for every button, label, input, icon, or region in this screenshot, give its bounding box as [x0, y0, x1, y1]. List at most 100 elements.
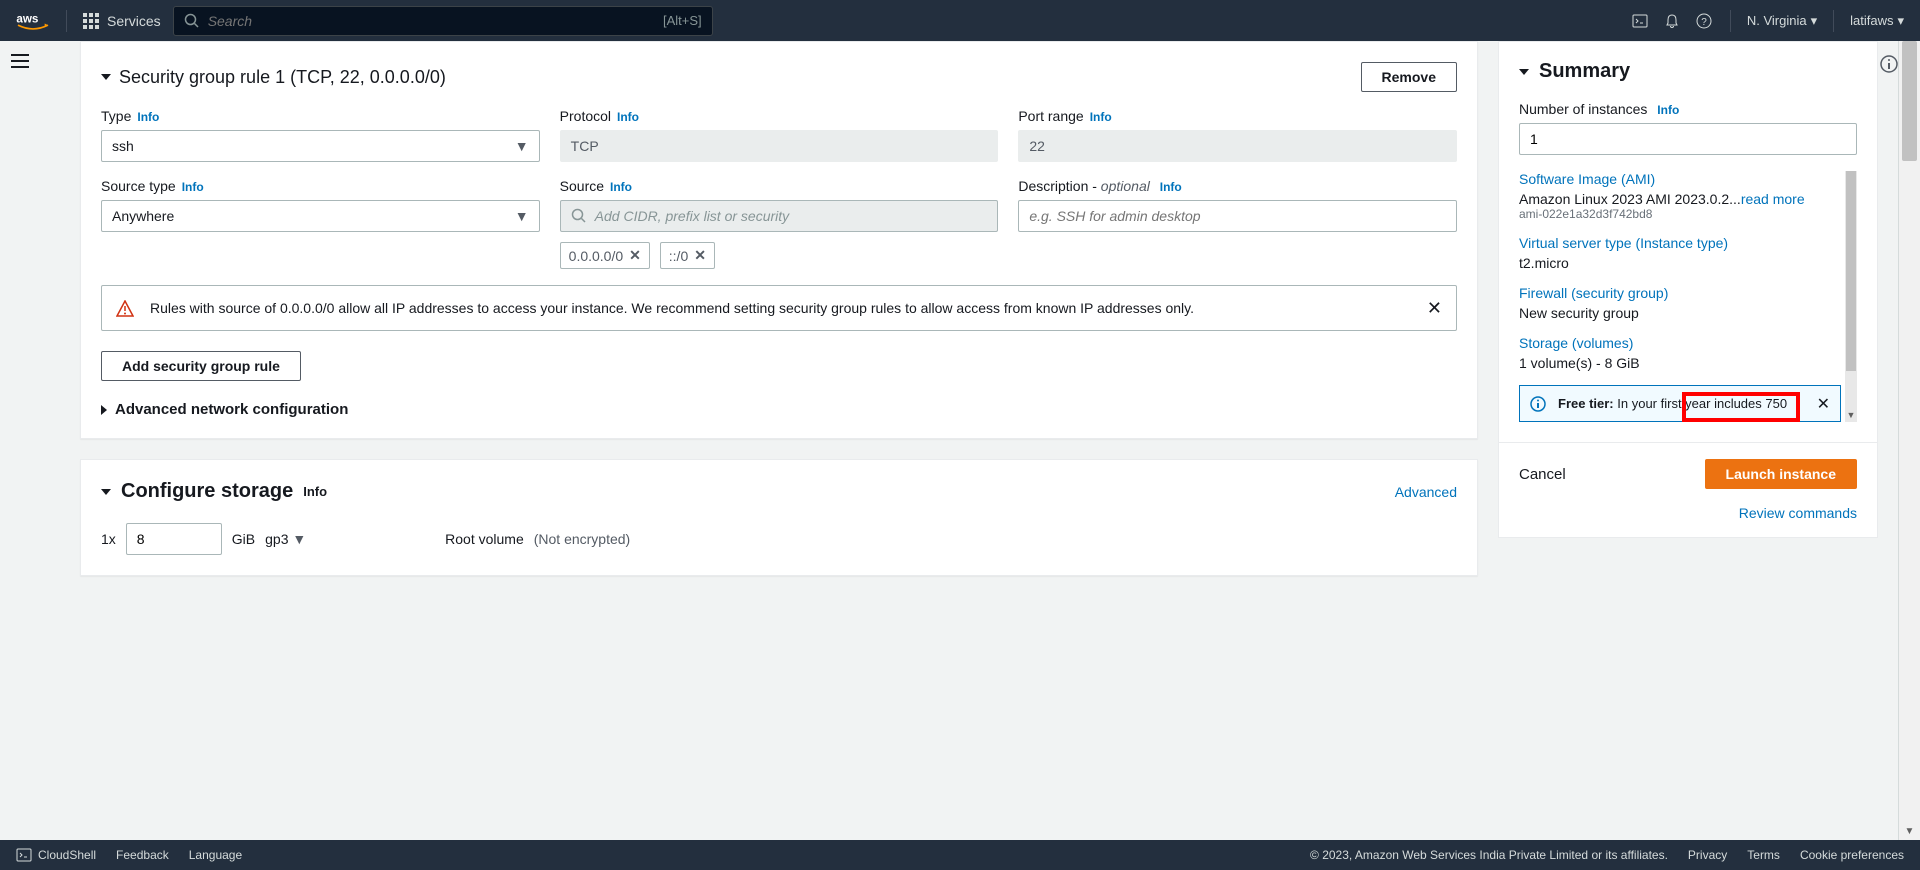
port-range-input: 22 [1018, 130, 1457, 162]
cookie-preferences-link[interactable]: Cookie preferences [1800, 848, 1904, 862]
language-link[interactable]: Language [189, 848, 242, 862]
instance-type-link[interactable]: Virtual server type (Instance type) [1519, 235, 1841, 251]
num-instances-input[interactable] [1519, 123, 1857, 155]
encryption-status: (Not encrypted) [534, 531, 630, 547]
ami-link[interactable]: Software Image (AMI) [1519, 171, 1841, 187]
summary-ami: Software Image (AMI) Amazon Linux 2023 A… [1519, 171, 1841, 221]
top-navbar: aws Services [Alt+S] ? N. Virginia ▾ lat… [0, 0, 1920, 41]
summary-actions: Cancel Launch instance [1499, 442, 1877, 505]
volume-size-input[interactable] [126, 523, 222, 555]
dismiss-warning-button[interactable]: ✕ [1427, 298, 1442, 319]
expand-caret-icon [101, 405, 107, 415]
region-selector[interactable]: N. Virginia ▾ [1747, 13, 1817, 29]
warning-text: Rules with source of 0.0.0.0/0 allow all… [150, 300, 1194, 316]
help-icon: ? [1696, 13, 1712, 29]
protocol-input: TCP [560, 130, 999, 162]
summary-scroll-area: ▼ Software Image (AMI) Amazon Linux 2023… [1519, 171, 1857, 422]
search-icon [184, 13, 200, 29]
help-button[interactable]: ? [1694, 11, 1714, 31]
terms-link[interactable]: Terms [1747, 848, 1780, 862]
search-kbd-hint: [Alt+S] [663, 13, 702, 28]
chip-remove-button[interactable]: ✕ [694, 247, 706, 264]
collapse-caret-icon[interactable] [101, 74, 111, 80]
aws-logo[interactable]: aws [16, 11, 50, 31]
bell-icon [1664, 13, 1680, 29]
sg-rule-header: Security group rule 1 (TCP, 22, 0.0.0.0/… [101, 62, 1457, 92]
field-port-range: Port rangeInfo 22 [1018, 108, 1457, 162]
search-input[interactable] [208, 13, 655, 29]
source-cidr-input[interactable]: Add CIDR, prefix list or security [560, 200, 999, 232]
svg-text:?: ? [1701, 17, 1707, 28]
services-menu-button[interactable]: Services [83, 13, 161, 29]
root-volume-label: Root volume [445, 531, 524, 547]
summary-firewall: Firewall (security group) New security g… [1519, 285, 1841, 321]
svg-text:aws: aws [16, 12, 38, 25]
volume-count: 1x [101, 531, 116, 547]
info-circle-icon [1530, 396, 1546, 415]
chevron-down-icon: ▼ [292, 531, 306, 547]
field-source: SourceInfo Add CIDR, prefix list or secu… [560, 178, 999, 269]
collapse-caret-icon[interactable] [101, 489, 111, 495]
advanced-network-config-toggle[interactable]: Advanced network configuration [101, 401, 1457, 418]
cancel-button[interactable]: Cancel [1519, 466, 1566, 483]
num-instances-label: Number of instances [1519, 101, 1647, 117]
chevron-down-icon: ▾ [1897, 13, 1904, 29]
description-input[interactable] [1018, 200, 1457, 232]
open-cidr-warning: Rules with source of 0.0.0.0/0 allow all… [101, 285, 1457, 331]
scrollbar-down-arrow[interactable]: ▼ [1845, 408, 1857, 422]
chip-remove-button[interactable]: ✕ [629, 247, 641, 264]
scrollbar-thumb[interactable] [1846, 171, 1856, 371]
info-link[interactable]: Info [1090, 110, 1112, 124]
remove-rule-button[interactable]: Remove [1361, 62, 1457, 92]
cloudshell-icon-button[interactable] [1630, 11, 1650, 31]
summary-title: Summary [1539, 60, 1630, 83]
chevron-down-icon: ▼ [515, 208, 529, 224]
cloudshell-footer-button[interactable]: CloudShell [16, 847, 96, 863]
storage-link[interactable]: Storage (volumes) [1519, 335, 1841, 351]
type-select[interactable]: ssh ▼ [101, 130, 540, 162]
field-source-type: Source typeInfo Anywhere ▼ [101, 178, 540, 269]
info-link[interactable]: Info [1657, 103, 1679, 117]
size-unit: GiB [232, 531, 255, 547]
launch-instance-button[interactable]: Launch instance [1705, 459, 1857, 489]
collapse-caret-icon[interactable] [1519, 69, 1529, 75]
dismiss-free-tier-button[interactable]: ✕ [1817, 394, 1830, 414]
source-type-select[interactable]: Anywhere ▼ [101, 200, 540, 232]
review-commands-link[interactable]: Review commands [1499, 505, 1877, 537]
storage-title: Configure storage Info [101, 480, 327, 503]
read-more-link[interactable]: read more [1741, 191, 1805, 207]
chevron-down-icon: ▾ [1811, 13, 1818, 29]
cidr-chip: 0.0.0.0/0 ✕ [560, 242, 650, 269]
info-link[interactable]: Info [137, 110, 159, 124]
info-link[interactable]: Info [182, 180, 204, 194]
info-link[interactable]: Info [617, 110, 639, 124]
summary-panel: Summary Number of instances Info ▼ Softw… [1498, 41, 1878, 538]
firewall-link[interactable]: Firewall (security group) [1519, 285, 1841, 301]
volume-type-select[interactable]: gp3 ▼ [265, 531, 435, 547]
field-protocol: ProtocolInfo TCP [560, 108, 999, 162]
notifications-button[interactable] [1662, 11, 1682, 31]
storage-advanced-link[interactable]: Advanced [1395, 484, 1457, 500]
main-column: Security group rule 1 (TCP, 22, 0.0.0.0/… [0, 41, 1498, 840]
sg-rule-title: Security group rule 1 (TCP, 22, 0.0.0.0/… [101, 67, 446, 88]
terminal-icon [16, 847, 32, 863]
feedback-link[interactable]: Feedback [116, 848, 169, 862]
summary-column: Summary Number of instances Info ▼ Softw… [1498, 41, 1898, 840]
info-link[interactable]: Info [1160, 180, 1182, 194]
privacy-link[interactable]: Privacy [1688, 848, 1727, 862]
terminal-icon [1632, 13, 1648, 29]
info-link[interactable]: Info [303, 484, 327, 499]
add-security-group-rule-button[interactable]: Add security group rule [101, 351, 301, 381]
info-link[interactable]: Info [610, 180, 632, 194]
field-description: Description - optional Info [1018, 178, 1457, 269]
global-search[interactable]: [Alt+S] [173, 6, 713, 36]
chevron-down-icon: ▼ [515, 138, 529, 154]
region-label: N. Virginia [1747, 13, 1807, 28]
page-scrollbar[interactable]: ▲ ▼ [1898, 41, 1920, 840]
account-menu[interactable]: latifaws ▾ [1850, 13, 1904, 29]
search-icon [571, 208, 587, 224]
scrollbar-thumb[interactable] [1902, 41, 1917, 161]
field-type: TypeInfo ssh ▼ [101, 108, 540, 162]
scroll-down-arrow[interactable]: ▼ [1899, 822, 1920, 840]
account-label: latifaws [1850, 13, 1893, 28]
